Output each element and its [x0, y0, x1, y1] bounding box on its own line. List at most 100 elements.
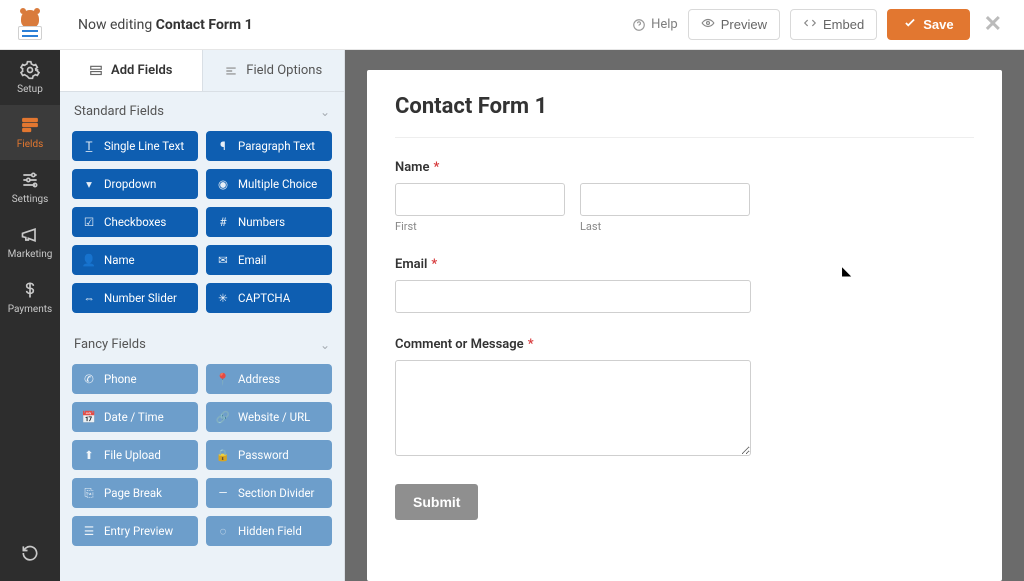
submit-button[interactable]: Submit	[395, 484, 478, 520]
field-type-single-line-text[interactable]: T̲ Single Line Text	[72, 131, 198, 161]
rail-label: Marketing	[0, 249, 60, 260]
field-type-label: Phone	[104, 372, 137, 386]
help-link[interactable]: Help	[632, 17, 678, 32]
field-type-label: Number Slider	[104, 291, 177, 305]
preview-button[interactable]: Preview	[688, 9, 780, 40]
field-type-page-break[interactable]: ⎘ Page Break	[72, 478, 198, 508]
megaphone-icon	[20, 225, 40, 245]
rail-label: Fields	[0, 139, 60, 150]
name-first-input[interactable]	[395, 183, 565, 216]
field-type-paragraph-text[interactable]: ¶Paragraph Text	[206, 131, 332, 161]
check-icon	[903, 16, 917, 33]
field-comment[interactable]: Comment or Message*	[395, 337, 974, 460]
field-type-checkboxes[interactable]: ☑ Checkboxes	[72, 207, 198, 237]
editing-label: Now editing Contact Form 1	[78, 17, 253, 33]
sublabel-last: Last	[580, 220, 751, 233]
field-type-label: Multiple Choice	[238, 177, 317, 191]
field-type-label: Dropdown	[104, 177, 156, 191]
rail-history[interactable]	[0, 533, 60, 577]
rail-setup[interactable]: Setup	[0, 50, 60, 105]
numbers-icon: #	[216, 215, 230, 229]
form-icon	[20, 115, 40, 135]
name-icon: 👤	[82, 253, 96, 267]
field-type-label: File Upload	[104, 448, 161, 462]
comment-textarea[interactable]	[395, 360, 751, 456]
panel-tabs: Add Fields Field Options	[60, 50, 344, 92]
field-type-address[interactable]: 📍 Address	[206, 364, 332, 394]
field-type-label: Entry Preview	[104, 524, 173, 538]
field-options-icon	[224, 64, 238, 78]
field-type-label: Hidden Field	[238, 524, 302, 538]
name-last-input[interactable]	[580, 183, 750, 216]
email-input[interactable]	[395, 280, 751, 313]
gear-icon	[20, 60, 40, 80]
rail-label: Payments	[0, 304, 60, 315]
field-type-multiple-choice[interactable]: ◉Multiple Choice	[206, 169, 332, 199]
form-title: Contact Form 1	[395, 94, 974, 119]
field-type-label: CAPTCHA	[238, 291, 290, 305]
field-type-website-url[interactable]: 🔗Website / URL	[206, 402, 332, 432]
password-icon: 🔒	[216, 448, 230, 462]
rail-settings[interactable]: Settings	[0, 160, 60, 215]
field-type-password[interactable]: 🔒Password	[206, 440, 332, 470]
address-icon: 📍	[216, 372, 230, 386]
field-type-section-divider[interactable]: ― Section Divider	[206, 478, 332, 508]
field-type-label: Website / URL	[238, 410, 310, 424]
paragraph-text-icon: ¶	[216, 139, 230, 153]
rail-fields[interactable]: Fields	[0, 105, 60, 160]
date-time-icon: 📅	[82, 410, 96, 424]
field-email[interactable]: Email*	[395, 257, 974, 313]
field-type-email[interactable]: ✉ Email	[206, 245, 332, 275]
email-icon: ✉	[216, 253, 230, 267]
rail-label: Settings	[0, 194, 60, 205]
captcha-icon: ✳	[216, 291, 230, 305]
field-type-hidden-field[interactable]: ◌Hidden Field	[206, 516, 332, 546]
add-fields-icon	[89, 64, 103, 78]
tab-field-options[interactable]: Field Options	[203, 50, 345, 91]
section-divider-icon: ―	[216, 486, 230, 500]
field-type-label: Address	[238, 372, 280, 386]
sublabel-first: First	[395, 220, 566, 233]
field-type-date-time[interactable]: 📅Date / Time	[72, 402, 198, 432]
field-type-label: Page Break	[104, 486, 162, 500]
code-icon	[803, 16, 817, 33]
close-button[interactable]: ✕	[980, 12, 1006, 37]
divider	[395, 137, 974, 138]
chevron-down-icon: ⌄	[320, 338, 330, 352]
file-upload-icon: ⬆	[82, 448, 96, 462]
field-type-entry-preview[interactable]: ☰ Entry Preview	[72, 516, 198, 546]
embed-button[interactable]: Embed	[790, 9, 877, 40]
form-preview[interactable]: Contact Form 1 Name* First Last Email* C…	[367, 70, 1002, 581]
field-type-label: Name	[104, 253, 135, 267]
field-type-number-slider[interactable]: ⇔ Number Slider	[72, 283, 198, 313]
eye-icon	[701, 16, 715, 33]
field-type-label: Email	[238, 253, 266, 267]
field-type-label: Single Line Text	[104, 139, 184, 153]
chevron-down-icon: ⌄	[320, 105, 330, 119]
number-slider-icon: ⇔	[82, 291, 96, 305]
entry-preview-icon: ☰	[82, 524, 96, 538]
field-type-numbers[interactable]: #Numbers	[206, 207, 332, 237]
field-type-captcha[interactable]: ✳ CAPTCHA	[206, 283, 332, 313]
fields-panel: Add Fields Field Options Standard Fields…	[60, 50, 345, 581]
field-type-label: Checkboxes	[104, 215, 166, 229]
field-type-dropdown[interactable]: ▾ Dropdown	[72, 169, 198, 199]
field-name[interactable]: Name* First Last	[395, 160, 974, 233]
single-line-text-icon: T̲	[82, 139, 96, 153]
field-type-label: Section Divider	[238, 486, 314, 500]
rail-marketing[interactable]: Marketing	[0, 215, 60, 270]
left-rail: Setup Fields Settings Marketing Payments	[0, 0, 60, 581]
checkboxes-icon: ☑	[82, 215, 96, 229]
group-fancy-toggle[interactable]: Fancy Fields ⌄	[60, 325, 344, 360]
group-standard-toggle[interactable]: Standard Fields ⌄	[60, 92, 344, 127]
rail-payments[interactable]: Payments	[0, 270, 60, 325]
page-break-icon: ⎘	[82, 486, 96, 500]
save-button[interactable]: Save	[887, 9, 969, 40]
logo	[0, 0, 60, 50]
field-type-phone[interactable]: ✆Phone	[72, 364, 198, 394]
field-type-name[interactable]: 👤 Name	[72, 245, 198, 275]
dropdown-icon: ▾	[82, 177, 96, 191]
field-type-file-upload[interactable]: ⬆ File Upload	[72, 440, 198, 470]
help-icon	[632, 18, 646, 32]
tab-add-fields[interactable]: Add Fields	[60, 50, 203, 91]
